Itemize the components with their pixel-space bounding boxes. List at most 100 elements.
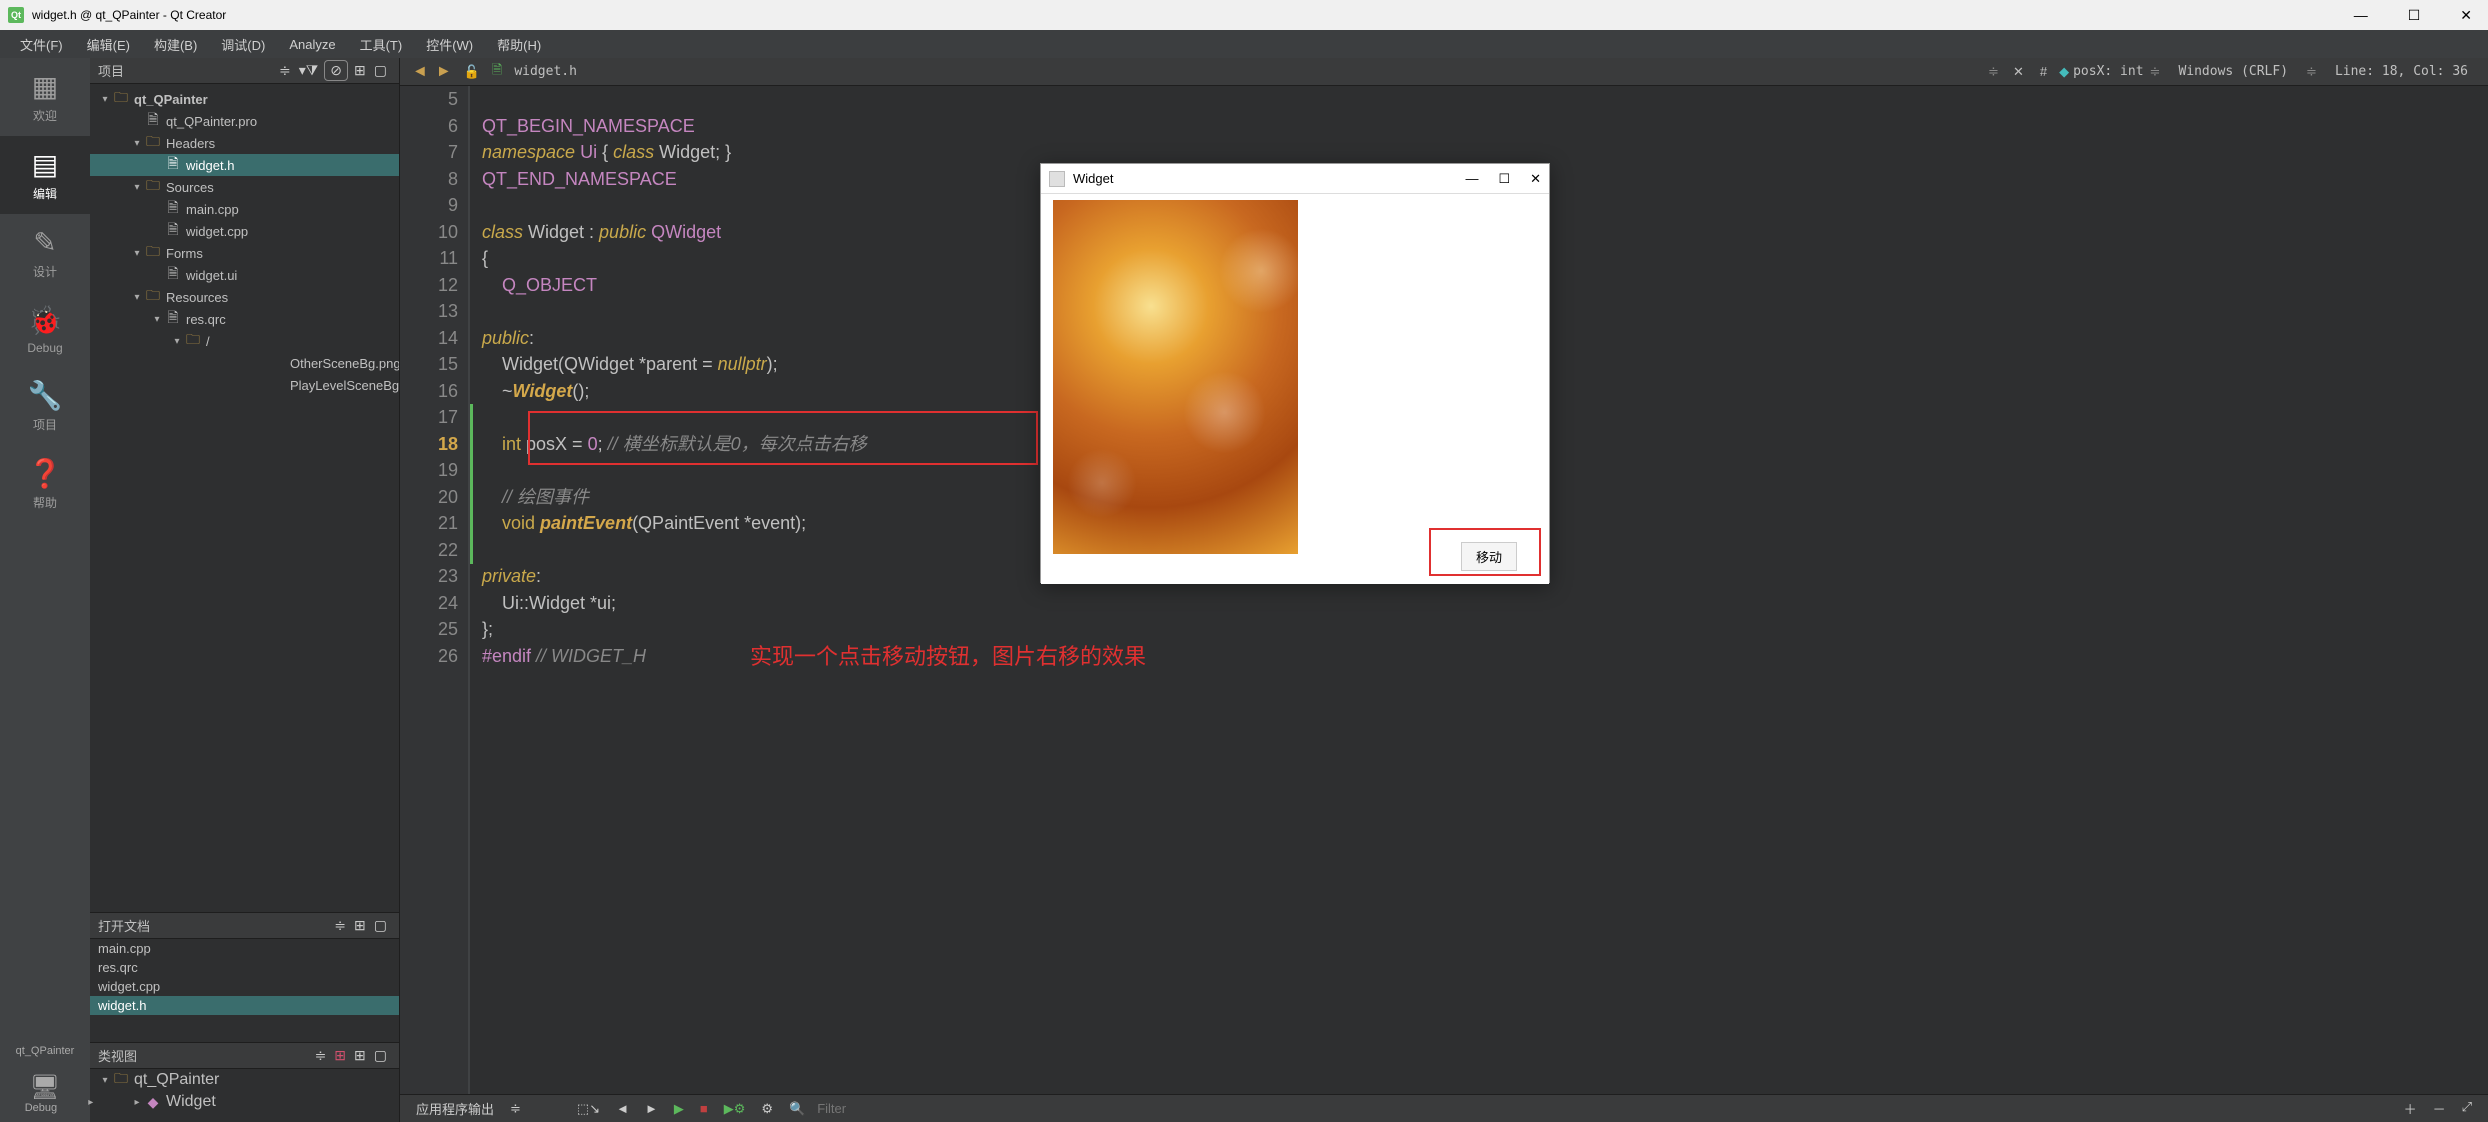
folder-icon: 🗀 xyxy=(112,1069,130,1092)
project-tree[interactable]: ▾🗀qt_QPainter 🗎qt_QPainter.pro ▾🗀Headers… xyxy=(90,84,399,912)
dropdown-icon[interactable]: ≑ xyxy=(1982,64,2005,80)
step-icon[interactable]: ⬚↘ xyxy=(569,1101,608,1117)
run-config[interactable]: 🖥 Debug ▸ xyxy=(0,1065,90,1122)
maximize-button[interactable]: ☐ xyxy=(2400,7,2429,24)
nav-fwd-icon[interactable]: ► xyxy=(432,63,456,81)
split-icon[interactable]: ⊞ xyxy=(350,917,370,934)
close-panel-icon[interactable]: ▢ xyxy=(370,62,391,79)
opendoc-res-qrc[interactable]: res.qrc xyxy=(90,958,399,977)
tree-widget-ui[interactable]: 🗎widget.ui xyxy=(90,264,399,286)
classview-panel: 类视图 ≑ ⊞ ⊞ ▢ ▾🗀qt_QPainter ▸◆Widget xyxy=(90,1042,399,1122)
wrench-icon: 🔧 xyxy=(0,379,90,412)
mode-debug[interactable]: 🐞 Debug xyxy=(0,292,90,367)
menu-tools[interactable]: 工具(T) xyxy=(348,35,415,54)
mode-design[interactable]: ✎ 设计 xyxy=(0,214,90,292)
tree-res-qrc[interactable]: ▾🗎res.qrc xyxy=(90,308,399,330)
popup-maximize[interactable]: ☐ xyxy=(1498,171,1510,187)
output-label[interactable]: 应用程序输出 xyxy=(408,1099,502,1118)
prev-icon[interactable]: ◄ xyxy=(608,1101,637,1116)
split-icon[interactable]: ⊞ xyxy=(350,62,370,79)
diamond-icon: ◆ xyxy=(2055,64,2073,80)
minimize-button[interactable]: — xyxy=(2346,7,2376,24)
filter-icon[interactable]: ▾⧩ xyxy=(295,62,323,79)
folder-icon: 🗀 xyxy=(144,241,162,265)
menu-edit[interactable]: 编辑(E) xyxy=(75,35,142,54)
code-lines[interactable]: QT_BEGIN_NAMESPACE namespace Ui { class … xyxy=(470,86,867,1094)
dropdown-icon[interactable]: ≑ xyxy=(502,1101,529,1117)
line-col-label[interactable]: Line: 18, Col: 36 xyxy=(2323,64,2480,79)
project-icon: 🗀 xyxy=(112,87,130,111)
mode-welcome[interactable]: ▦ 欢迎 xyxy=(0,58,90,136)
popup-close[interactable]: ✕ xyxy=(1530,171,1541,187)
tree-headers[interactable]: ▾🗀Headers xyxy=(90,132,399,154)
dropdown-icon[interactable]: ≑ xyxy=(330,917,350,934)
menu-debug[interactable]: 调试(D) xyxy=(209,35,277,54)
mode-edit[interactable]: ▤ 编辑 xyxy=(0,136,90,214)
nav-back-icon[interactable]: ◄ xyxy=(408,63,432,81)
menu-help[interactable]: 帮助(H) xyxy=(485,35,553,54)
close-button[interactable]: ✕ xyxy=(2452,7,2480,24)
encoding-label[interactable]: Windows (CRLF) xyxy=(2166,64,2300,79)
rerun-icon[interactable]: ▶⚙ xyxy=(716,1101,754,1117)
tree-pro-file[interactable]: 🗎qt_QPainter.pro xyxy=(90,110,399,132)
tree-project-root[interactable]: ▾🗀qt_QPainter xyxy=(90,88,399,110)
opendoc-main-cpp[interactable]: main.cpp xyxy=(90,939,399,958)
stop-icon[interactable]: ■ xyxy=(692,1101,716,1116)
expand-icon[interactable]: ⤢ xyxy=(2454,1099,2480,1118)
current-file[interactable]: widget.h xyxy=(506,64,585,79)
tree-png1[interactable]: OtherSceneBg.png xyxy=(90,352,399,374)
run-icon[interactable]: ▶ xyxy=(666,1101,692,1117)
popup-titlebar[interactable]: Widget — ☐ ✕ xyxy=(1041,164,1549,194)
split-icon[interactable]: ⊞ xyxy=(350,1047,370,1064)
menu-analyze[interactable]: Analyze xyxy=(277,37,347,52)
dropdown-icon[interactable]: ≑ xyxy=(311,1047,331,1064)
close-panel-icon[interactable]: ▢ xyxy=(370,917,391,934)
popup-minimize[interactable]: — xyxy=(1465,171,1478,187)
mode-projects[interactable]: 🔧 项目 xyxy=(0,367,90,445)
file-type-icon: 🗎 xyxy=(488,61,506,83)
add-icon[interactable]: ＋ xyxy=(2396,1099,2425,1118)
tree-sources[interactable]: ▾🗀Sources xyxy=(90,176,399,198)
filter-input[interactable] xyxy=(817,1101,1017,1116)
grid-icon: ▦ xyxy=(0,70,90,103)
dropdown-icon[interactable]: ≑ xyxy=(2144,64,2167,80)
popup-title: Widget xyxy=(1073,171,1113,186)
opendoc-widget-h[interactable]: widget.h xyxy=(90,996,399,1015)
dropdown-icon[interactable]: ≑ xyxy=(2300,64,2323,80)
current-symbol[interactable]: posX: int xyxy=(2073,64,2143,79)
tree-widget-cpp[interactable]: 🗎widget.cpp xyxy=(90,220,399,242)
close-panel-icon[interactable]: ▢ xyxy=(370,1047,391,1064)
remove-icon[interactable]: － xyxy=(2425,1099,2454,1118)
close-file-icon[interactable]: ✕ xyxy=(2005,64,2032,80)
folder-icon: 🗀 xyxy=(144,285,162,309)
opendoc-widget-cpp[interactable]: widget.cpp xyxy=(90,977,399,996)
move-button[interactable]: 移动 xyxy=(1461,542,1517,571)
menu-bar: 文件(F) 编辑(E) 构建(B) 调试(D) Analyze 工具(T) 控件… xyxy=(0,30,2488,58)
menu-file[interactable]: 文件(F) xyxy=(8,35,75,54)
settings-icon[interactable]: ⚙ xyxy=(753,1101,781,1117)
classview-root[interactable]: ▾🗀qt_QPainter xyxy=(90,1069,399,1091)
tree-main-cpp[interactable]: 🗎main.cpp xyxy=(90,198,399,220)
annotation-text: 实现一个点击移动按钮，图片右移的效果 xyxy=(750,644,1146,671)
tree-widget-h[interactable]: 🗎widget.h xyxy=(90,154,399,176)
classview-title: 类视图 xyxy=(98,1046,311,1065)
tree-resources[interactable]: ▾🗀Resources xyxy=(90,286,399,308)
chevron-right-icon: ▸ xyxy=(88,1097,93,1108)
menu-build[interactable]: 构建(B) xyxy=(142,35,209,54)
kit-selector[interactable]: qt_QPainter xyxy=(0,1037,90,1065)
tree-forms[interactable]: ▾🗀Forms xyxy=(90,242,399,264)
help-icon: ❓ xyxy=(0,457,90,490)
next-icon[interactable]: ► xyxy=(637,1101,666,1116)
tree-icon[interactable]: ⊞ xyxy=(330,1047,350,1064)
classview-widget[interactable]: ▸◆Widget xyxy=(90,1091,399,1113)
lock-icon[interactable]: 🔓 xyxy=(456,64,488,80)
folder-icon: 🗀 xyxy=(184,329,202,353)
tree-slash[interactable]: ▾🗀/ xyxy=(90,330,399,352)
link-icon[interactable]: ⊘ xyxy=(324,60,348,81)
header-file-icon: 🗎 xyxy=(164,153,182,177)
mode-help[interactable]: ❓ 帮助 xyxy=(0,445,90,523)
tree-png2[interactable]: PlayLevelSceneBg.png xyxy=(90,374,399,396)
menu-widgets[interactable]: 控件(W) xyxy=(414,35,485,54)
bug-icon: 🐞 xyxy=(0,304,90,337)
dropdown-icon[interactable]: ≑ xyxy=(275,62,295,79)
